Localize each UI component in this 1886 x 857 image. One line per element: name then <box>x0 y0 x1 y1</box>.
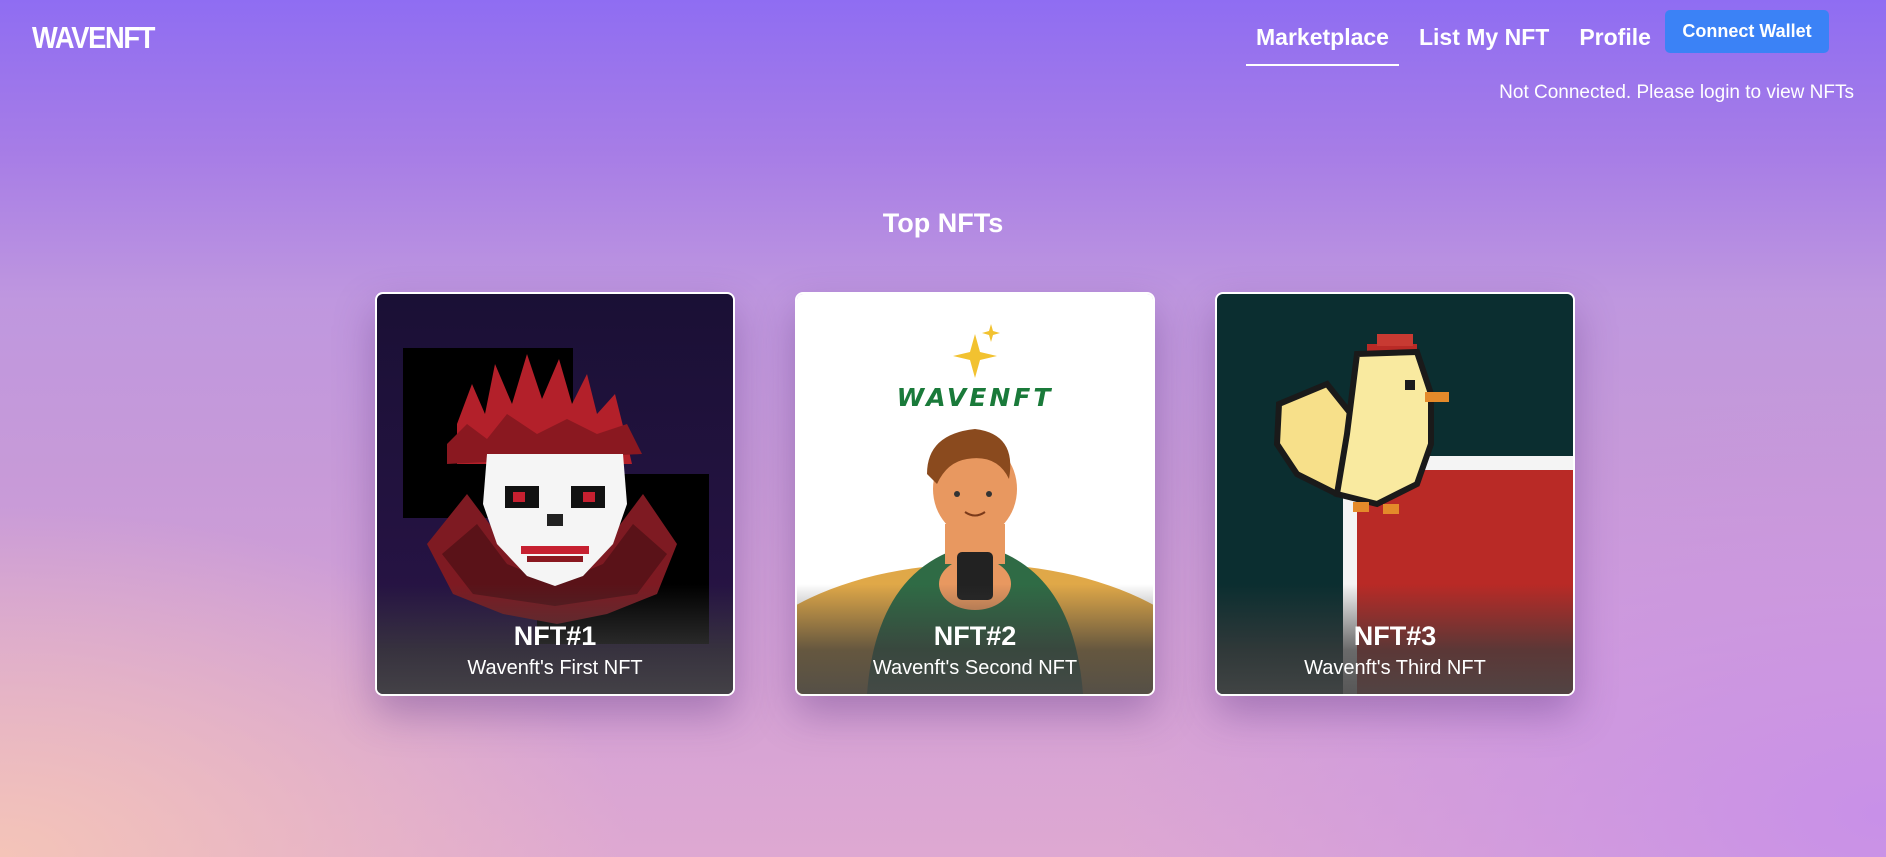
nft-card-description: Wavenft's Third NFT <box>1304 657 1486 679</box>
nft-card-2[interactable]: WAVENFT NFT#2 Wavenft's Second NFT <box>795 292 1155 696</box>
nft-card-description: Wavenft's Second NFT <box>872 657 1078 679</box>
connection-status: Not Connected. Please login to view NFTs <box>1499 82 1854 103</box>
nav-list-my-nft[interactable]: List My NFT <box>1409 20 1559 64</box>
nft-card-title: NFT#2 <box>933 621 1017 651</box>
nav-marketplace[interactable]: Marketplace <box>1246 20 1399 66</box>
nft-card-description: Wavenft's First NFT <box>467 657 643 679</box>
svg-text:WAVENFT: WAVENFT <box>897 383 1054 412</box>
nft-card-title: NFT#1 <box>513 621 597 651</box>
section-title: Top NFTs <box>882 208 1004 238</box>
nav-profile[interactable]: Profile <box>1569 20 1661 64</box>
connect-wallet-button[interactable]: Connect Wallet <box>1665 10 1829 53</box>
nft-card-title: NFT#3 <box>1353 621 1437 651</box>
brand-logo[interactable]: WAVENFT <box>32 20 155 56</box>
main-nav: Marketplace List My NFT Profile <box>1246 20 1671 66</box>
nft-card-1[interactable]: NFT#1 Wavenft's First NFT <box>375 292 735 696</box>
nft-card-3[interactable]: NFT#3 Wavenft's Third NFT <box>1215 292 1575 696</box>
